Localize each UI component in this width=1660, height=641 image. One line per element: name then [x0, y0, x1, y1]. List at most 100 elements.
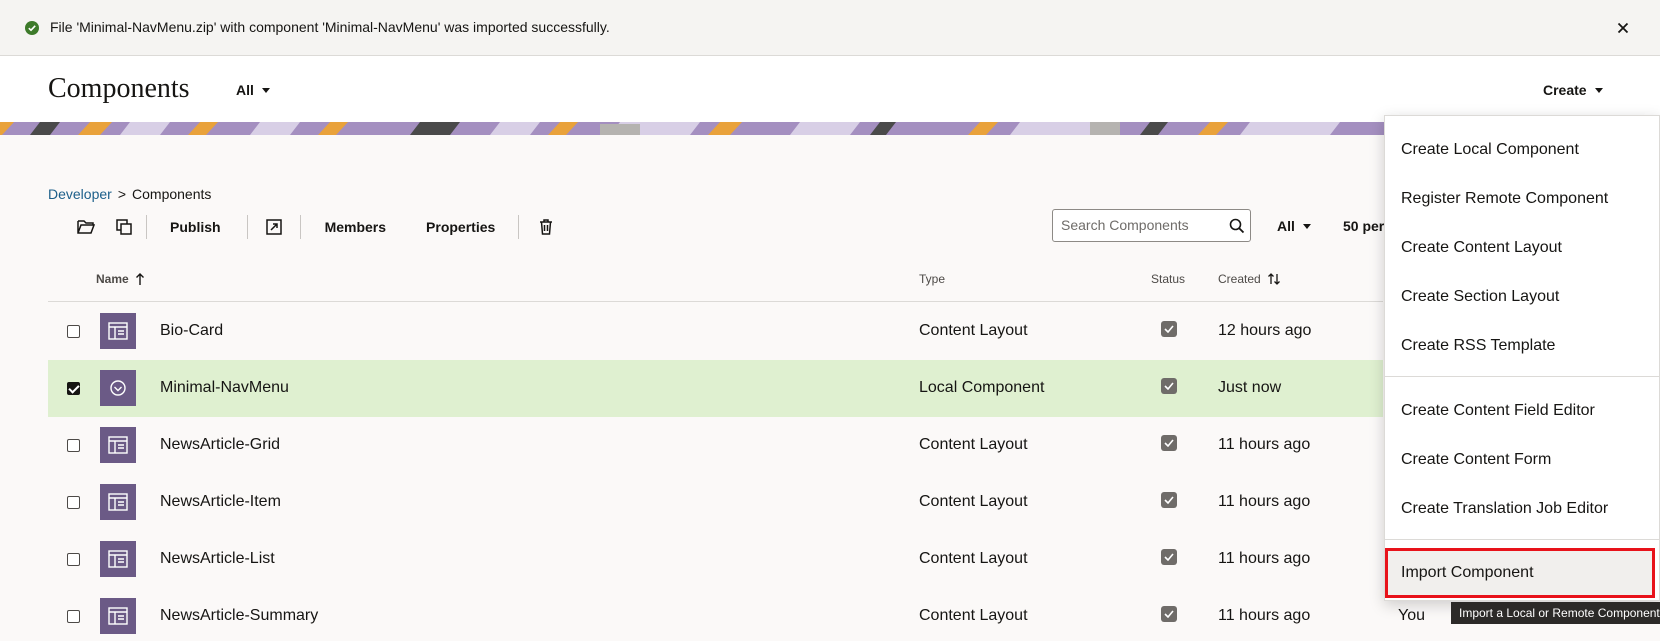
- chevron-down-icon: [261, 87, 270, 93]
- content-layout-icon: [100, 313, 136, 349]
- menu-item-create-local-component[interactable]: Create Local Component: [1401, 141, 1579, 159]
- table-row[interactable]: Minimal-NavMenu Local Component Just now: [48, 360, 1383, 417]
- menu-divider: [1385, 376, 1660, 377]
- content-layout-icon: [100, 598, 136, 634]
- page-title: Components: [48, 73, 190, 104]
- created-time: 11 hours ago: [1218, 493, 1311, 510]
- row-checkbox[interactable]: [67, 382, 80, 395]
- open-external-icon[interactable]: [262, 215, 286, 239]
- component-name[interactable]: NewsArticle-Grid: [160, 436, 280, 454]
- notification-message: File 'Minimal-NavMenu.zip' with componen…: [50, 19, 610, 35]
- content-layout-icon: [100, 484, 136, 520]
- status-icon: [1161, 321, 1177, 337]
- column-header-status: Status: [1151, 272, 1186, 286]
- toolbar-divider: [146, 215, 147, 239]
- search-components-field[interactable]: [1052, 209, 1251, 242]
- create-menu: Create Local Component Register Remote C…: [1384, 115, 1660, 601]
- menu-item-import-component[interactable]: Import Component: [1401, 564, 1534, 582]
- table-row[interactable]: NewsArticle-Grid Content Layout 11 hours…: [48, 417, 1383, 474]
- row-checkbox[interactable]: [67, 496, 80, 509]
- component-type: Content Layout: [919, 607, 1028, 624]
- created-time: 11 hours ago: [1218, 436, 1311, 453]
- menu-item-create-rss-template[interactable]: Create RSS Template: [1401, 337, 1555, 355]
- table-row[interactable]: Bio-Card Content Layout 12 hours ago: [48, 303, 1383, 360]
- component-name[interactable]: NewsArticle-Summary: [160, 607, 318, 625]
- toolbar-divider: [299, 215, 301, 239]
- breadcrumb-developer-link[interactable]: Developer: [48, 186, 112, 202]
- list-filter-label: All: [1277, 218, 1295, 234]
- row-checkbox[interactable]: [67, 553, 80, 566]
- toolbar: Publish Members Properties: [72, 212, 558, 242]
- create-label: Create: [1543, 82, 1587, 98]
- menu-divider: [1385, 539, 1660, 540]
- created-time: 11 hours ago: [1218, 550, 1311, 567]
- publish-button[interactable]: Publish: [170, 219, 221, 235]
- component-name[interactable]: Bio-Card: [160, 322, 223, 340]
- row-checkbox[interactable]: [67, 610, 80, 623]
- breadcrumb: Developer > Components: [48, 186, 211, 202]
- menu-item-create-content-form[interactable]: Create Content Form: [1401, 451, 1551, 469]
- menu-item-create-translation-job-editor[interactable]: Create Translation Job Editor: [1401, 500, 1608, 518]
- component-type: Content Layout: [919, 436, 1028, 453]
- table-row[interactable]: NewsArticle-Summary Content Layout 11 ho…: [48, 588, 1425, 641]
- notification-bar: File 'Minimal-NavMenu.zip' with componen…: [0, 0, 1660, 56]
- status-icon: [1161, 435, 1177, 451]
- create-button[interactable]: Create: [1543, 82, 1603, 98]
- sort-name-header[interactable]: Name: [96, 272, 145, 286]
- copy-icon[interactable]: [112, 215, 136, 239]
- open-folder-icon[interactable]: [74, 215, 98, 239]
- check-circle-icon: [25, 21, 39, 35]
- search-input[interactable]: [1061, 217, 1221, 233]
- component-filter-dropdown[interactable]: All: [236, 82, 270, 98]
- sort-ascending-icon: [135, 273, 144, 285]
- component-type: Content Layout: [919, 322, 1028, 339]
- list-filter-dropdown[interactable]: All: [1277, 218, 1311, 234]
- menu-item-create-section-layout[interactable]: Create Section Layout: [1401, 288, 1559, 306]
- column-header-type: Type: [919, 272, 946, 286]
- trash-icon[interactable]: [534, 215, 558, 239]
- breadcrumb-separator: >: [117, 186, 127, 202]
- component-name[interactable]: NewsArticle-Item: [160, 493, 281, 511]
- column-header-created: Created: [1218, 272, 1261, 286]
- table-row[interactable]: NewsArticle-Item Content Layout 11 hours…: [48, 474, 1383, 531]
- toolbar-divider: [518, 215, 520, 239]
- component-type: Content Layout: [919, 550, 1028, 567]
- per-page-selector[interactable]: 50 per: [1343, 218, 1384, 234]
- content-layout-icon: [100, 541, 136, 577]
- row-checkbox[interactable]: [67, 325, 80, 338]
- status-icon: [1161, 378, 1177, 394]
- column-header-name: Name: [96, 272, 129, 286]
- component-type: Local Component: [919, 379, 1045, 396]
- breadcrumb-current: Components: [132, 186, 212, 202]
- created-by: You: [1398, 607, 1425, 624]
- status-icon: [1161, 549, 1177, 565]
- status-icon: [1161, 606, 1177, 622]
- menu-item-register-remote-component[interactable]: Register Remote Component: [1401, 190, 1608, 208]
- import-component-tooltip: Import a Local or Remote Component: [1451, 602, 1660, 624]
- created-time: Just now: [1218, 379, 1282, 396]
- toolbar-divider: [246, 215, 248, 239]
- created-time: 11 hours ago: [1218, 607, 1311, 624]
- content-layout-icon: [100, 427, 136, 463]
- menu-item-create-content-field-editor[interactable]: Create Content Field Editor: [1401, 402, 1595, 420]
- members-button[interactable]: Members: [325, 219, 386, 235]
- component-type: Content Layout: [919, 493, 1028, 510]
- filter-label: All: [236, 82, 254, 98]
- component-name[interactable]: Minimal-NavMenu: [160, 379, 289, 397]
- page-header: Components All Create: [0, 56, 1660, 122]
- local-component-icon: [100, 370, 136, 406]
- status-icon: [1161, 492, 1177, 508]
- properties-button[interactable]: Properties: [426, 219, 495, 235]
- table-row[interactable]: NewsArticle-List Content Layout 11 hours…: [48, 531, 1383, 588]
- sort-toggle-icon: [1267, 273, 1280, 285]
- created-time: 12 hours ago: [1218, 322, 1312, 339]
- component-name[interactable]: NewsArticle-List: [160, 550, 275, 568]
- search-icon[interactable]: [1229, 218, 1245, 234]
- menu-item-import-component-highlight[interactable]: Import Component: [1385, 548, 1655, 598]
- menu-item-create-content-layout[interactable]: Create Content Layout: [1401, 239, 1562, 257]
- table-header: Name Type Status Created: [48, 264, 1383, 302]
- row-checkbox[interactable]: [67, 439, 80, 452]
- chevron-down-icon: [1594, 87, 1603, 93]
- sort-created-header[interactable]: Created: [1218, 272, 1281, 286]
- close-icon[interactable]: [1614, 19, 1632, 37]
